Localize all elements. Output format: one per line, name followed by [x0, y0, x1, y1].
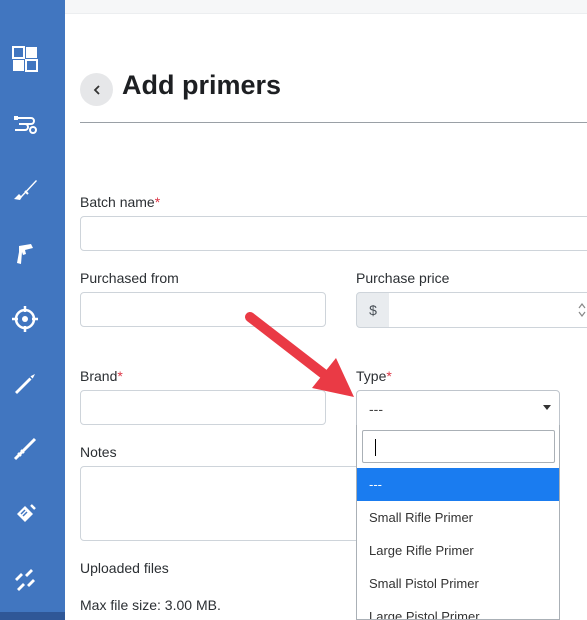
sidebar-item-pistols[interactable] [0, 234, 50, 274]
purchased-from-label: Purchased from [80, 270, 179, 286]
cartridge-icon [15, 374, 35, 394]
currency-prefix: $ [356, 292, 390, 328]
target-icon [12, 306, 38, 332]
dashboard-icon [12, 46, 38, 72]
bullets-icon [15, 569, 35, 591]
back-button[interactable] [80, 73, 113, 106]
type-label: Type* [356, 368, 392, 384]
caret-down-icon [543, 405, 551, 410]
sidebar-active-indicator [0, 612, 65, 620]
sidebar-item-cartridges[interactable] [0, 364, 50, 404]
sidebar [0, 0, 65, 620]
notes-label: Notes [80, 444, 117, 460]
purchase-price-label: Purchase price [356, 270, 450, 286]
required-mark: * [117, 368, 123, 384]
chevron-left-icon [93, 84, 100, 95]
dropdown-option[interactable]: Large Rifle Primer [357, 534, 559, 567]
top-bar [65, 0, 587, 14]
purchased-from-input[interactable] [80, 292, 326, 327]
text-cursor [375, 439, 376, 456]
title-divider [80, 122, 587, 123]
purchase-price-input[interactable] [389, 292, 587, 328]
dropdown-option[interactable]: --- [357, 468, 559, 501]
sidebar-item-ammo[interactable] [0, 494, 50, 534]
type-select[interactable]: --- [356, 390, 560, 426]
dropdown-search-input[interactable] [362, 430, 555, 463]
components-icon [14, 116, 37, 134]
pistol-icon [17, 244, 33, 264]
dropdown-option[interactable]: Large Pistol Primer [357, 600, 559, 619]
required-mark: * [154, 194, 161, 210]
brand-label: Brand* [80, 368, 123, 384]
dropdown-option[interactable]: Small Pistol Primer [357, 567, 559, 600]
type-selected-value: --- [369, 401, 383, 417]
brand-input[interactable] [80, 390, 326, 425]
cleaning-rod-icon [13, 437, 37, 461]
sidebar-item-components[interactable] [0, 104, 50, 144]
spinner-arrows-icon [578, 303, 586, 317]
ammo-box-icon [17, 504, 36, 522]
number-spinner[interactable] [577, 300, 587, 320]
required-mark: * [386, 368, 392, 384]
sidebar-item-dashboard[interactable] [0, 39, 50, 79]
batch-name-label: Batch name* [80, 194, 161, 210]
type-dropdown: --- Small Rifle Primer Large Rifle Prime… [356, 425, 560, 620]
sidebar-item-rifles[interactable] [0, 169, 50, 209]
sidebar-item-cleaning[interactable] [0, 429, 50, 469]
notes-textarea[interactable] [80, 466, 370, 541]
sidebar-item-targets[interactable] [0, 299, 50, 339]
uploaded-files-label: Uploaded files [80, 560, 169, 576]
page-title: Add primers [122, 70, 282, 100]
max-file-size-note: Max file size: 3.00 MB. [80, 597, 221, 613]
sidebar-item-bullets[interactable] [0, 559, 50, 599]
dropdown-option[interactable]: Small Rifle Primer [357, 501, 559, 534]
rifle-icon [14, 180, 37, 200]
batch-name-input[interactable] [80, 216, 587, 251]
